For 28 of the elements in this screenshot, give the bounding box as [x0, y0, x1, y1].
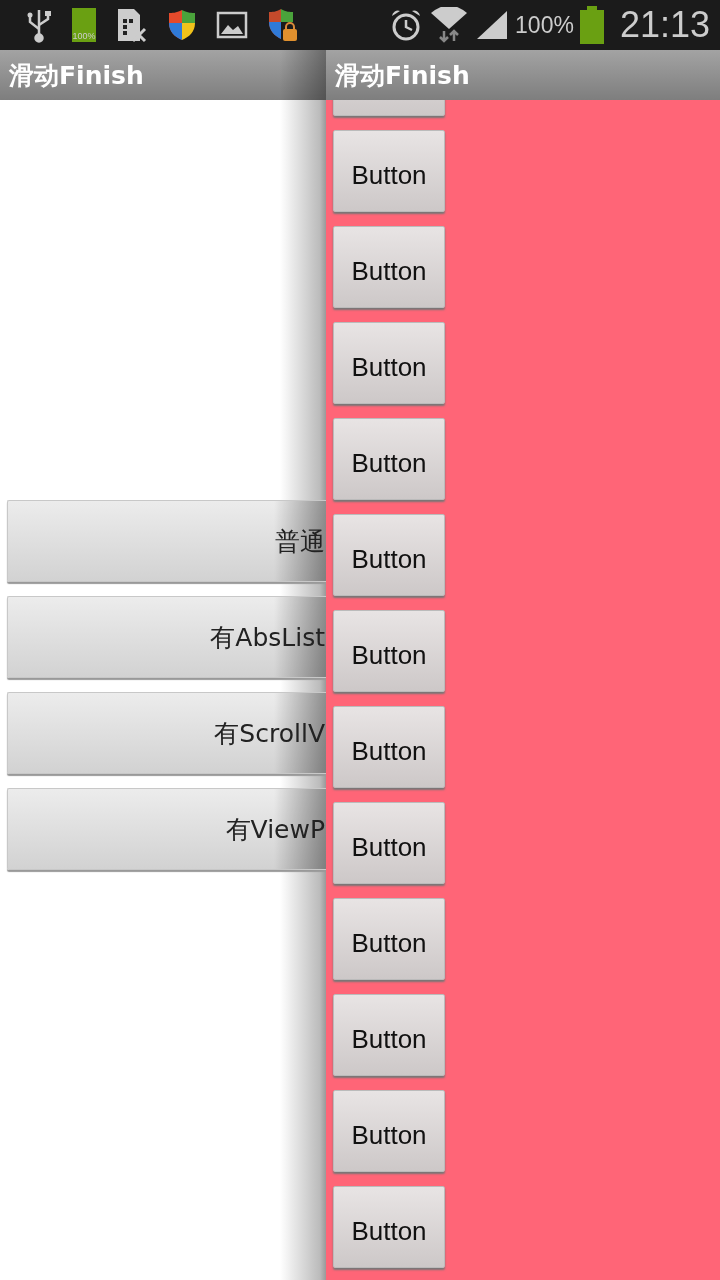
button[interactable]: Button — [333, 610, 445, 692]
menu-button[interactable]: 有ViewP — [7, 788, 326, 870]
battery-icon: 100% — [72, 8, 96, 42]
button[interactable]: Button — [333, 802, 445, 884]
button[interactable]: Button — [333, 706, 445, 788]
app-title: 滑动Finish — [335, 59, 470, 92]
battery-icon — [579, 6, 604, 44]
button[interactable]: Button — [333, 130, 445, 212]
menu-button[interactable]: 有AbsList — [7, 596, 326, 678]
signal-icon — [475, 9, 510, 41]
button[interactable]: Button — [333, 418, 445, 500]
usb-icon — [26, 7, 52, 43]
button[interactable]: Button — [333, 226, 445, 308]
app-title: 滑动Finish — [9, 59, 144, 92]
button[interactable]: Button — [333, 1186, 445, 1268]
shield-lock-icon — [268, 8, 298, 42]
button[interactable]: Button — [333, 514, 445, 596]
image-icon — [216, 11, 248, 39]
button[interactable]: Button — [333, 898, 445, 980]
menu-button[interactable]: 有ScrollV — [7, 692, 326, 774]
clock-time: 21:13 — [619, 4, 710, 46]
shield-icon — [168, 9, 196, 41]
button[interactable]: Button — [333, 322, 445, 404]
button[interactable]: Button — [333, 994, 445, 1076]
menu-button[interactable]: 普通 — [7, 500, 326, 582]
sim-card-icon — [116, 7, 148, 43]
button[interactable]: Button — [333, 1090, 445, 1172]
battery-percent: 100% — [515, 11, 574, 39]
